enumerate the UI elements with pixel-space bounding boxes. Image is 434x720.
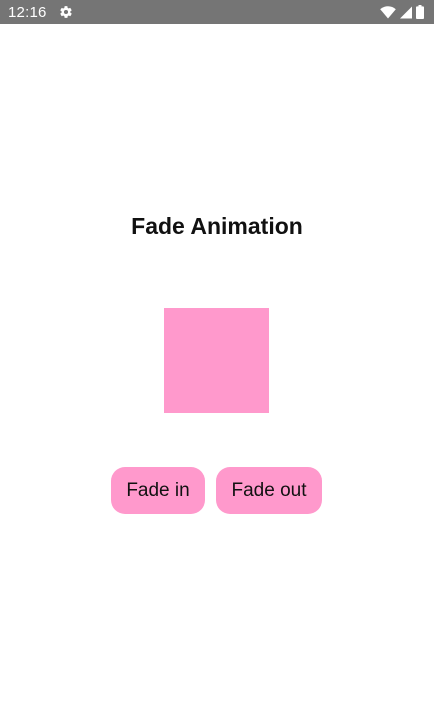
fade-in-button[interactable]: Fade in bbox=[111, 467, 205, 514]
page-title: Fade Animation bbox=[131, 213, 303, 239]
settings-icon bbox=[59, 5, 73, 19]
status-bar: 12:16 bbox=[0, 0, 434, 24]
fade-box bbox=[164, 308, 269, 413]
fade-out-button[interactable]: Fade out bbox=[216, 467, 322, 514]
status-time: 12:16 bbox=[8, 3, 47, 21]
wifi-icon bbox=[380, 5, 396, 19]
battery-icon bbox=[416, 5, 424, 19]
cell-signal-icon bbox=[400, 6, 412, 19]
status-icons bbox=[380, 5, 424, 19]
